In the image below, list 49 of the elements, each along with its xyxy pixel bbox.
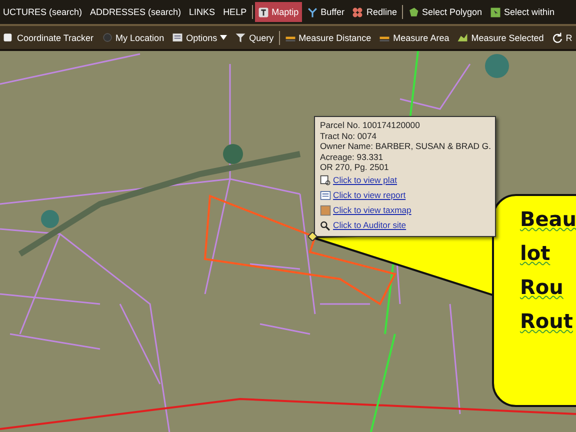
toolbar-button[interactable]: Query (232, 28, 277, 48)
refresh-icon (552, 32, 563, 43)
tool-button[interactable]: Select within (487, 2, 558, 22)
toolbar-button[interactable]: Measure Selected (454, 28, 547, 48)
callout-text: Rou (520, 274, 564, 300)
map-sheet-icon (320, 204, 331, 216)
aerial-map[interactable] (0, 51, 576, 432)
menu-link[interactable]: HELP (220, 7, 250, 17)
pond (485, 54, 509, 78)
parcel-info-text: Owner Name: BARBER, SUSAN & BRAD G. (320, 141, 490, 152)
toolbar-button[interactable]: Measure Area (376, 28, 452, 48)
maptip-link[interactable]: Click to view taxmap (333, 205, 412, 215)
callout-text: Rout (520, 308, 573, 334)
list-icon (172, 32, 184, 43)
letter-t-icon (258, 6, 269, 18)
menu-link[interactable]: UCTURES (search) (0, 7, 86, 17)
report-icon (320, 190, 331, 200)
magnifier-page-icon (320, 174, 331, 186)
fork-icon (306, 6, 318, 18)
marker-icon (308, 232, 317, 241)
area-icon (457, 32, 468, 43)
parcel-info-text: Acreage: 93.331 (320, 152, 384, 162)
parcel-info-text: Parcel No. 100174120000 (320, 120, 421, 130)
tool-button[interactable]: Select Polygon (404, 2, 486, 22)
polygon-select-icon (408, 6, 419, 18)
toolbar-button[interactable]: Coordinate Tracker (0, 28, 97, 48)
callout-text: Beau (520, 206, 576, 232)
pond (41, 210, 59, 228)
toolbar-button[interactable]: R (548, 28, 576, 48)
select-within-icon (490, 6, 502, 18)
filter-icon (235, 32, 246, 43)
caret-icon (220, 35, 228, 40)
callout-text: lot (520, 240, 550, 266)
tool-button[interactable]: Buffer (304, 2, 348, 22)
tool-button[interactable]: Redline (349, 2, 400, 22)
maptip-link[interactable]: Click to view report (333, 190, 406, 200)
toolbar-button[interactable]: My Location (98, 28, 168, 48)
tool-button[interactable]: Maptip (254, 2, 302, 22)
toolbar-button[interactable]: Options (169, 28, 230, 48)
flower-icon (352, 6, 364, 18)
toolbar-button[interactable]: Measure Distance (282, 28, 374, 48)
menu-link[interactable]: ADDRESSES (search) (87, 7, 184, 17)
parcel-info-text: Tract No: 0074 (320, 130, 378, 141)
maptip-link[interactable]: Click to view plat (333, 175, 397, 185)
magnifier-icon (320, 220, 331, 230)
pond (223, 144, 243, 164)
parcel-info-text: OR 270, Pg. 2501 (320, 162, 390, 172)
maptip-link[interactable]: Click to Auditor site (333, 220, 406, 230)
menu-link[interactable]: LINKS (186, 7, 218, 17)
